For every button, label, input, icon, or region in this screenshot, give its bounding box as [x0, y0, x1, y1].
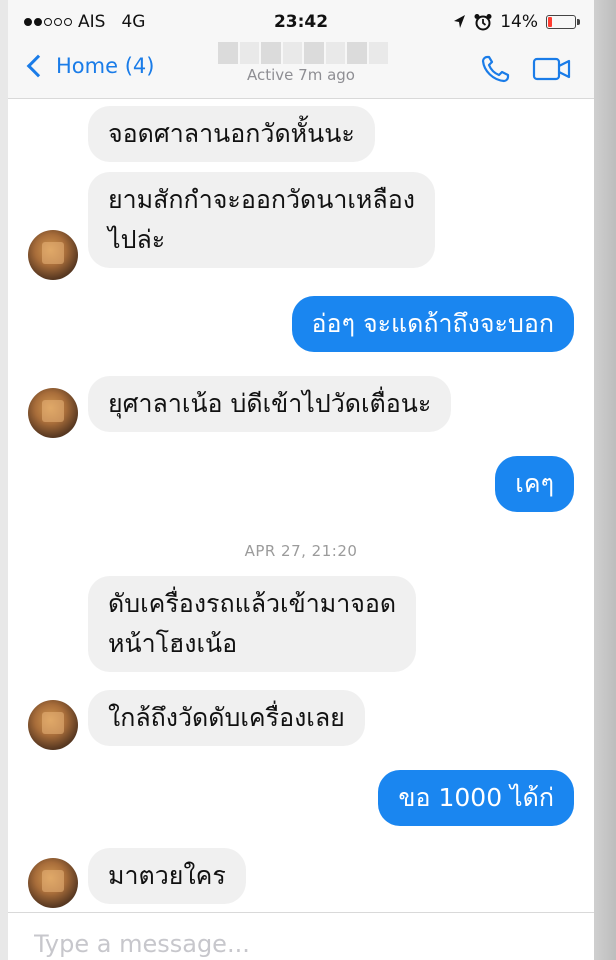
message-outgoing[interactable]: เคๆ	[495, 456, 574, 512]
message-composer	[8, 912, 594, 960]
contact-avatar[interactable]	[28, 230, 78, 280]
battery-level	[548, 17, 552, 27]
location-arrow-icon	[454, 15, 466, 28]
message-outgoing[interactable]: อ่อๆ จะแดถ้าถึงจะบอก	[291, 296, 574, 352]
message-incoming[interactable]: จอดศาลานอกวัดหั้นนะ	[88, 106, 375, 162]
alarm-clock-icon	[474, 14, 492, 31]
contact-name-redacted	[218, 42, 388, 64]
phone-icon[interactable]	[478, 54, 512, 84]
message-incoming[interactable]: ยามสักกำจะออกวัดนาเหลือง ไปล่ะ	[88, 172, 435, 268]
message-input[interactable]	[34, 927, 574, 960]
contact-avatar[interactable]	[28, 700, 78, 750]
screenshot-edge	[594, 0, 616, 960]
message-incoming[interactable]: ยุศาลาเน้อ บ่ดีเข้าไปวัดเตื่อนะ	[88, 376, 452, 432]
battery-icon	[546, 15, 580, 29]
status-bar: AIS 4G 23:42 14%	[8, 0, 594, 44]
conversation-header: Home (4) Active 7m ago	[8, 42, 594, 99]
messenger-screen: AIS 4G 23:42 14% Home (4) Active 7m ago …	[8, 0, 594, 960]
contact-avatar[interactable]	[28, 858, 78, 908]
message-outgoing[interactable]: ขอ 1000 ได้ก่	[378, 770, 574, 826]
status-right: 14%	[452, 12, 580, 32]
message-incoming[interactable]: ดับเครื่องรถแล้วเข้ามาจอด หน้าโฮงเน้อ	[88, 576, 417, 672]
message-incoming[interactable]: มาตวยใคร	[88, 848, 246, 904]
video-camera-icon[interactable]	[532, 56, 572, 82]
message-timestamp: APR 27, 21:20	[244, 542, 358, 560]
contact-avatar[interactable]	[28, 388, 78, 438]
message-incoming[interactable]: ใกล้ถึงวัดดับเครื่องเลย	[88, 690, 365, 746]
battery-percent: 14%	[500, 12, 538, 32]
